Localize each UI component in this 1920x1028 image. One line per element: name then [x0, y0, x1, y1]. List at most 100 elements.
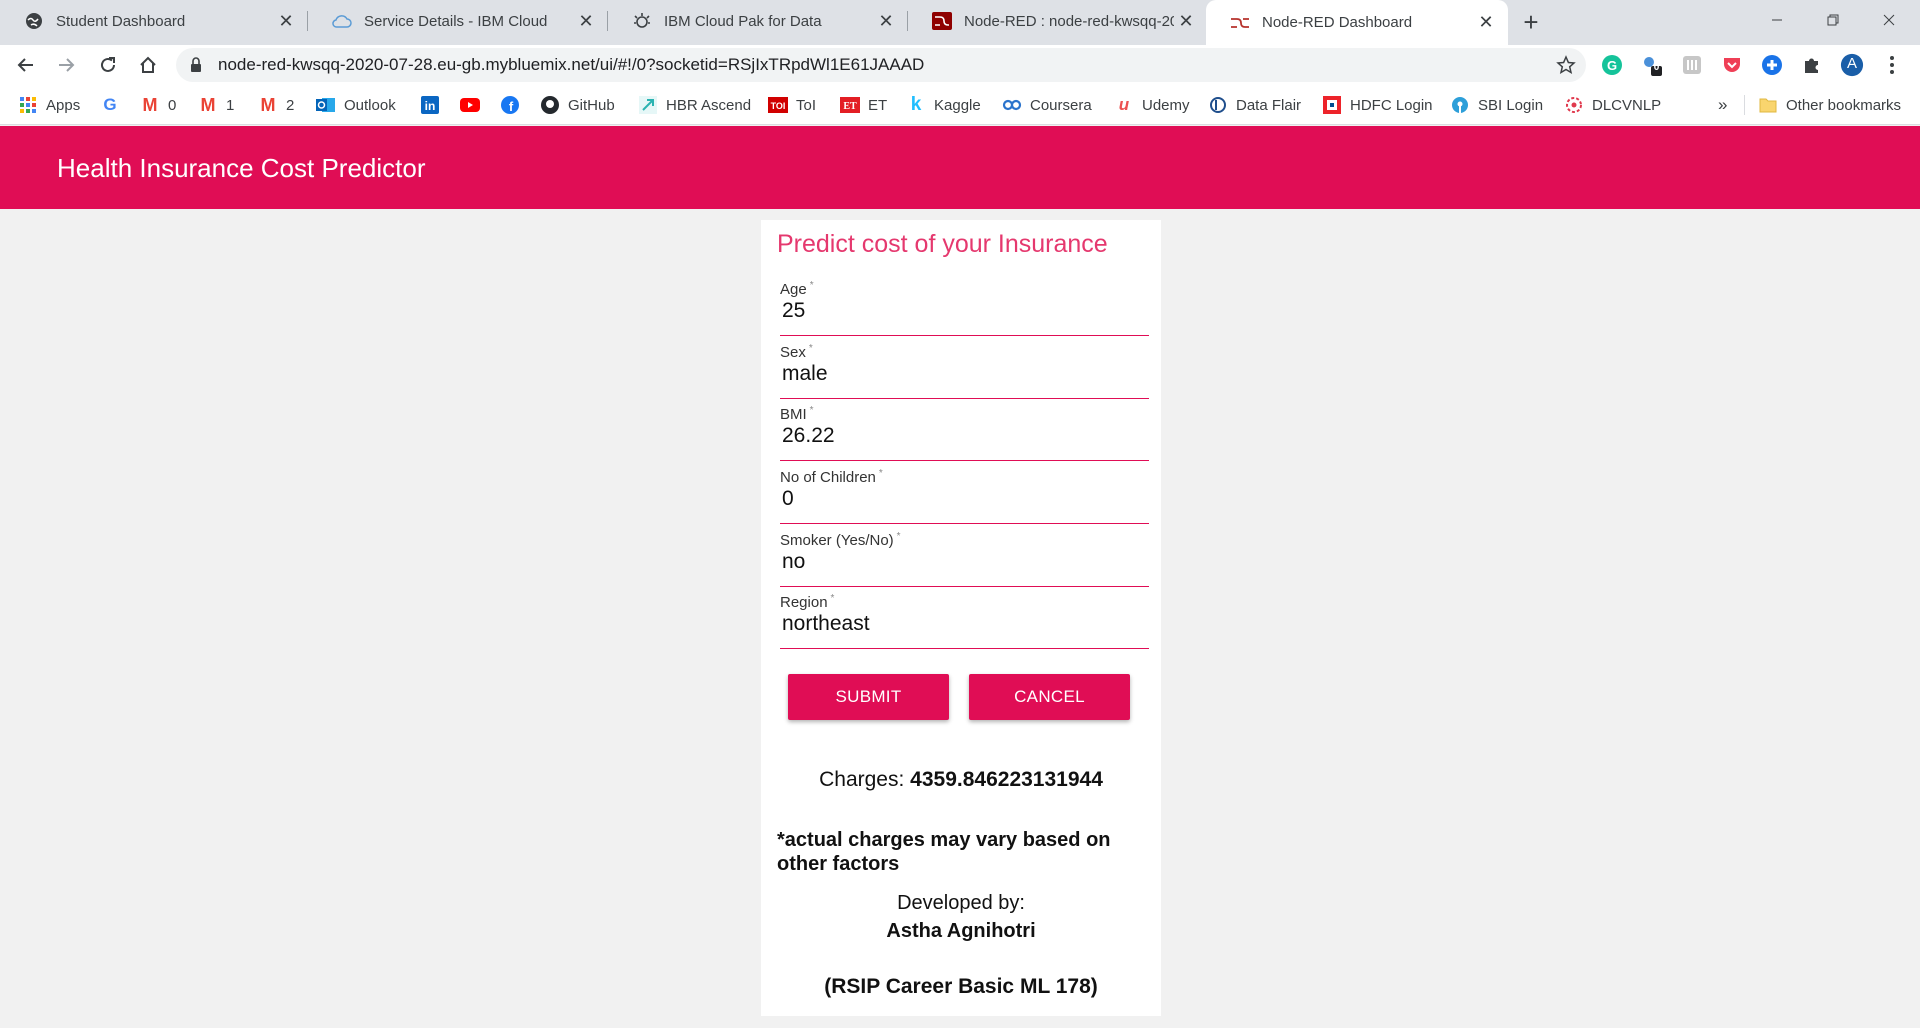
age-label: Age *: [780, 280, 814, 298]
app-header: Health Insurance Cost Predictor: [0, 126, 1920, 209]
extensions-puzzle-icon[interactable]: [1800, 53, 1824, 77]
grammarly-icon[interactable]: G: [1600, 53, 1624, 77]
profile-avatar-icon[interactable]: A: [1840, 53, 1864, 77]
bookmark-label: Coursera: [1030, 96, 1092, 114]
other-bookmarks-folder[interactable]: Other bookmarks: [1758, 94, 1901, 116]
svg-text:ET: ET: [843, 101, 857, 112]
children-field[interactable]: No of Children * 0: [780, 468, 1149, 524]
bookmark-dlcvnlp[interactable]: DLCVNLP: [1564, 94, 1661, 116]
browser-toolbar: node-red-kwsqq-2020-07-28.eu-gb.mybluemi…: [0, 45, 1920, 85]
bookmark-apps[interactable]: Apps: [18, 94, 80, 116]
close-window-button[interactable]: [1866, 0, 1912, 40]
bookmark-label: GitHub: [568, 96, 615, 114]
address-bar[interactable]: node-red-kwsqq-2020-07-28.eu-gb.mybluemi…: [176, 48, 1586, 82]
sex-field[interactable]: Sex * male: [780, 343, 1149, 399]
extension-grey-icon[interactable]: [1680, 53, 1704, 77]
disclaimer-text: *actual charges may vary based on other …: [777, 829, 1111, 875]
browser-tab-strip: Student Dashboard ✕ Service Details - IB…: [0, 0, 1920, 45]
tab-title: Student Dashboard: [56, 12, 186, 30]
back-button[interactable]: [10, 49, 42, 81]
bmi-field[interactable]: BMI * 26.22: [780, 405, 1149, 461]
smoker-input[interactable]: no: [782, 550, 805, 574]
bookmark-hbr-ascend[interactable]: HBR Ascend: [638, 94, 751, 116]
bookmark-toi[interactable]: TOI ToI: [768, 94, 816, 116]
cancel-button[interactable]: CANCEL: [969, 674, 1130, 720]
age-input[interactable]: 25: [782, 299, 805, 323]
children-input[interactable]: 0: [782, 487, 794, 511]
submit-button[interactable]: SUBMIT: [788, 674, 949, 720]
tab-node-red-dashboard[interactable]: Node-RED Dashboard ✕: [1206, 0, 1508, 45]
tab-ibm-cloud-pak[interactable]: IBM Cloud Pak for Data ✕: [608, 0, 908, 42]
home-button[interactable]: [132, 49, 164, 81]
tab-title: Node-RED Dashboard: [1262, 14, 1413, 31]
bookmark-gmail-2[interactable]: M 2: [258, 94, 295, 116]
bookmark-google[interactable]: G: [100, 94, 128, 116]
youtube-icon: [460, 95, 480, 115]
close-tab-icon[interactable]: ✕: [574, 9, 598, 33]
google-icon: G: [103, 95, 117, 114]
bookmark-gmail-0[interactable]: M 0: [140, 94, 177, 116]
lock-icon[interactable]: [190, 57, 202, 78]
bookmark-label: ET: [868, 96, 888, 114]
udemy-icon: u: [1118, 95, 1130, 114]
svg-text:TOI: TOI: [771, 101, 786, 111]
close-tab-icon[interactable]: ✕: [874, 9, 898, 33]
bookmark-sbi-login[interactable]: SBI Login: [1450, 94, 1543, 116]
close-tab-icon[interactable]: ✕: [274, 9, 298, 33]
dlcvnlp-icon: [1564, 95, 1584, 115]
gmail-icon: M: [142, 94, 158, 115]
bookmark-coursera[interactable]: Coursera: [1002, 94, 1092, 116]
forward-button[interactable]: [50, 49, 82, 81]
bookmark-star-icon[interactable]: [1556, 55, 1576, 80]
bookmark-label: Other bookmarks: [1786, 96, 1902, 114]
developed-by-label: Developed by:: [897, 892, 1025, 914]
extension-blue-icon[interactable]: [1760, 53, 1784, 77]
facebook-icon: f: [500, 95, 520, 115]
bookmark-github[interactable]: GitHub: [540, 94, 615, 116]
bookmark-linkedin[interactable]: in: [420, 94, 448, 116]
bookmark-label: ToI: [796, 96, 817, 114]
close-tab-icon[interactable]: ✕: [1474, 11, 1498, 35]
bookmark-data-flair[interactable]: Data Flair: [1208, 94, 1301, 116]
close-tab-icon[interactable]: ✕: [1174, 9, 1198, 33]
bookmark-youtube[interactable]: [460, 94, 488, 116]
children-label: No of Children *: [780, 468, 883, 486]
new-tab-button[interactable]: +: [1516, 7, 1546, 37]
bmi-input[interactable]: 26.22: [782, 424, 835, 448]
form-heading: Predict cost of your Insurance: [777, 230, 1108, 258]
app-title: Health Insurance Cost Predictor: [57, 153, 426, 183]
bookmark-udemy[interactable]: u Udemy: [1114, 94, 1190, 116]
reload-button[interactable]: [92, 49, 124, 81]
tab-student-dashboard[interactable]: Student Dashboard ✕: [0, 0, 308, 42]
program-label: (RSIP Career Basic ML 178): [824, 975, 1098, 998]
bookmark-et[interactable]: ET ET: [840, 94, 887, 116]
region-input[interactable]: northeast: [782, 612, 870, 636]
minimize-button[interactable]: [1754, 0, 1800, 40]
smoker-label: Smoker (Yes/No) *: [780, 531, 901, 549]
chrome-menu-icon[interactable]: [1880, 53, 1904, 77]
more-bookmarks-button[interactable]: »: [1718, 94, 1727, 116]
tab-title: IBM Cloud Pak for Data: [664, 12, 822, 30]
age-field[interactable]: Age * 25: [780, 280, 1149, 336]
sex-input[interactable]: male: [782, 362, 828, 386]
tab-node-red-editor[interactable]: Node-RED : node-red-kwsqq-202 ✕: [908, 0, 1208, 42]
url-text[interactable]: node-red-kwsqq-2020-07-28.eu-gb.mybluemi…: [218, 48, 924, 82]
pocket-icon[interactable]: [1720, 53, 1744, 77]
extension-badge-icon[interactable]: 0: [1640, 53, 1664, 77]
bookmark-label: Apps: [46, 96, 81, 114]
outlook-icon: [316, 95, 336, 115]
bookmark-label: 2: [286, 96, 295, 114]
developer-name: Astha Agnihotri: [886, 920, 1036, 942]
tab-service-details[interactable]: Service Details - IBM Cloud ✕: [308, 0, 608, 42]
bookmark-outlook[interactable]: Outlook: [316, 94, 396, 116]
smoker-field[interactable]: Smoker (Yes/No) * no: [780, 531, 1149, 587]
bookmark-kaggle[interactable]: k Kaggle: [906, 94, 981, 116]
restore-button[interactable]: [1810, 0, 1856, 40]
node-red-dashboard-icon: [1230, 13, 1250, 33]
bookmark-gmail-1[interactable]: M 1: [198, 94, 235, 116]
bookmark-facebook[interactable]: f: [500, 94, 528, 116]
bookmark-hdfc-login[interactable]: HDFC Login: [1322, 94, 1433, 116]
ibm-cloudpak-icon: [632, 11, 652, 31]
globe-icon: [24, 11, 44, 31]
region-field[interactable]: Region * northeast: [780, 593, 1149, 649]
